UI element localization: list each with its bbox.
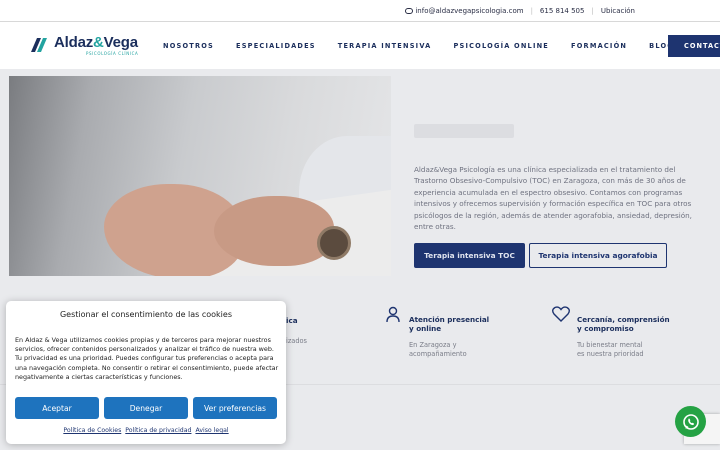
nav-item-psicologia-online[interactable]: PSICOLOGÍA ONLINE xyxy=(454,42,550,50)
privacy-policy-link[interactable]: Política de privacidad xyxy=(125,427,191,434)
nav-item-especialidades[interactable]: ESPECIALIDADES xyxy=(236,42,316,50)
main-header: Aldaz&Vega PSICOLOGÍA CLÍNICA NOSOTROS E… xyxy=(0,21,720,69)
deny-button[interactable]: Denegar xyxy=(104,397,188,419)
feature-subtitle: Tu bienestar mental es nuestra prioridad xyxy=(577,341,644,358)
location-pin-icon xyxy=(386,306,400,323)
whatsapp-button[interactable] xyxy=(675,406,706,437)
cookie-consent-dialog: Gestionar el consentimiento de las cooki… xyxy=(6,301,286,444)
feature-title-partial: ica xyxy=(286,316,298,325)
email-text: info@aldazvegapsicologia.com xyxy=(415,6,524,15)
cookie-policy-links: Política de Cookies Política de privacid… xyxy=(6,427,286,434)
cookie-policy-link[interactable]: Política de Cookies xyxy=(63,427,121,434)
divider: | xyxy=(530,6,533,15)
contact-button[interactable]: CONTACTO xyxy=(668,35,720,57)
feature-cercania: Cercanía, comprensión y compromiso Tu bie… xyxy=(577,315,670,358)
cookie-dialog-text: En Aldaz & Vega utilizamos cookies propi… xyxy=(15,336,279,381)
whatsapp-icon xyxy=(682,413,699,430)
hero-title-placeholder xyxy=(414,124,514,138)
terapia-agorafobia-button[interactable]: Terapia intensiva agorafobia xyxy=(529,243,667,268)
feature-title: Cercanía, comprensión y compromiso xyxy=(577,315,670,333)
top-bar: info@aldazvegapsicologia.com | 615 814 5… xyxy=(0,0,720,21)
heart-icon xyxy=(552,306,570,322)
terapia-toc-button[interactable]: Terapia intensiva TOC xyxy=(414,243,525,268)
logo[interactable]: Aldaz&Vega PSICOLOGÍA CLÍNICA xyxy=(28,34,138,56)
legal-notice-link[interactable]: Aviso legal xyxy=(195,427,228,434)
mail-icon xyxy=(405,7,414,14)
feature-subtitle: En Zaragoza y acompañamiento xyxy=(409,341,467,358)
nav-item-formacion[interactable]: FORMACIÓN xyxy=(571,42,627,50)
logo-mark-icon xyxy=(31,38,47,52)
feature-sub-partial: izados xyxy=(286,337,307,345)
feature-presencial: Atención presencial y online En Zaragoza … xyxy=(409,315,489,358)
cookie-dialog-title: Gestionar el consentimiento de las cooki… xyxy=(59,310,232,319)
hero-image xyxy=(9,76,391,276)
divider: | xyxy=(591,6,594,15)
hero-description: Aldaz&Vega Psicología es una clínica esp… xyxy=(414,165,692,232)
phone-link[interactable]: 615 814 505 xyxy=(540,7,585,15)
feature-title: Atención presencial y online xyxy=(409,315,490,333)
accept-button[interactable]: Aceptar xyxy=(15,397,99,419)
logo-subtitle: PSICOLOGÍA CLÍNICA xyxy=(86,50,139,56)
logo-name: Aldaz&Vega xyxy=(54,33,138,51)
location-link[interactable]: Ubicación xyxy=(601,7,635,15)
nav-item-nosotros[interactable]: NOSOTROS xyxy=(163,42,214,50)
preferences-button[interactable]: Ver preferencias xyxy=(193,397,277,419)
email-link[interactable]: info@aldazvegapsicologia.com xyxy=(405,6,524,15)
nav-item-terapia-intensiva[interactable]: TERAPIA INTENSIVA xyxy=(338,42,432,50)
main-nav: NOSOTROS ESPECIALIDADES TERAPIA INTENSIV… xyxy=(163,42,696,50)
